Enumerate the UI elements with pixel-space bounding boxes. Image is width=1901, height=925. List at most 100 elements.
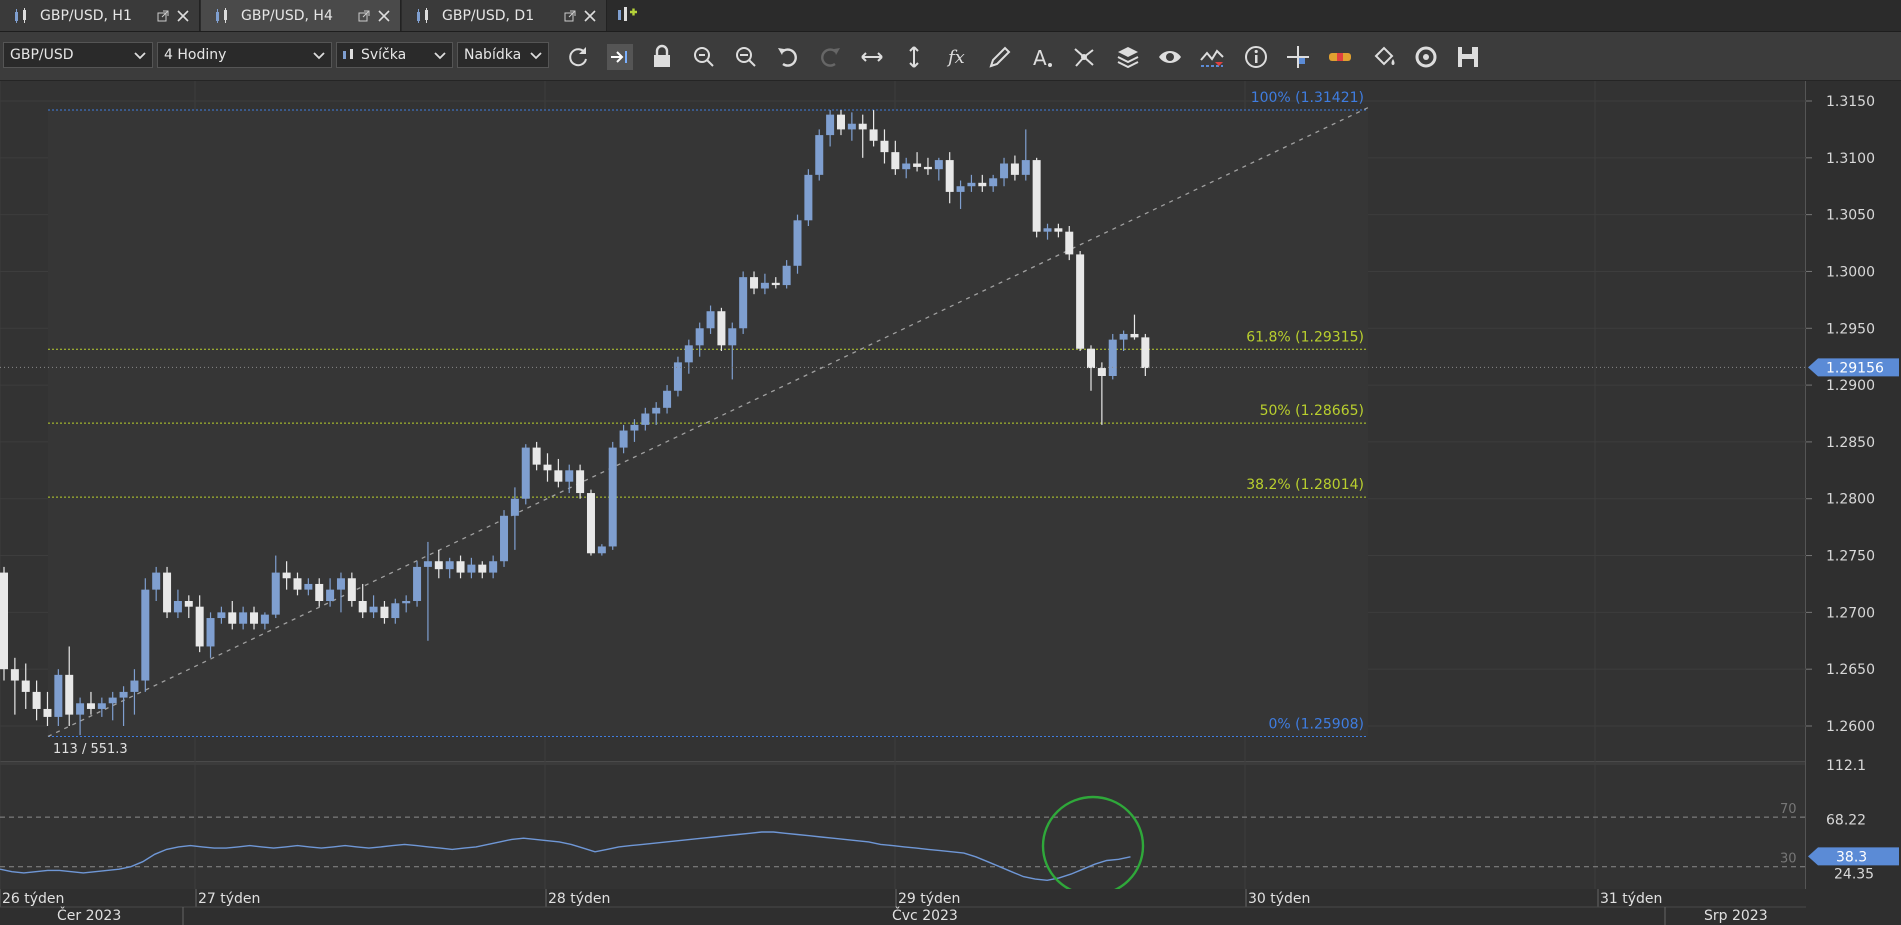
undock-icon[interactable] bbox=[157, 10, 169, 22]
time-week-label: 28 týden bbox=[548, 891, 610, 907]
tab-title: GBP/USD, H4 bbox=[241, 7, 333, 24]
pencil-icon bbox=[989, 46, 1011, 68]
price-tick-label: 1.2750 bbox=[1826, 549, 1875, 565]
undo-button[interactable] bbox=[775, 44, 801, 70]
candle bbox=[793, 214, 802, 274]
symbol-select[interactable]: GBP/USD bbox=[3, 42, 153, 68]
chevron-down-icon bbox=[134, 52, 146, 60]
candle bbox=[1108, 333, 1117, 380]
candle bbox=[0, 566, 8, 681]
time-week-label: 31 týden bbox=[1600, 891, 1662, 907]
horizontal-resize-icon bbox=[861, 52, 883, 62]
oscillator-tick-label: 112.1 bbox=[1826, 758, 1866, 774]
text-button[interactable]: A bbox=[1029, 44, 1055, 70]
drawings-icon bbox=[1200, 49, 1224, 67]
eye-button[interactable] bbox=[1157, 44, 1183, 70]
candle bbox=[586, 489, 595, 556]
symbol-value: GBP/USD bbox=[10, 47, 74, 63]
alerts-button[interactable] bbox=[1327, 44, 1353, 70]
add-chart-icon[interactable] bbox=[616, 4, 638, 26]
chart-type-value: Svíčka bbox=[361, 47, 407, 63]
timeframe-select[interactable]: 4 Hodiny bbox=[157, 42, 332, 68]
price-tick-label: 1.2700 bbox=[1826, 605, 1875, 621]
time-month-label: Čer 2023 bbox=[57, 906, 121, 924]
vertical-resize-button[interactable] bbox=[901, 44, 927, 70]
save-icon bbox=[1458, 47, 1478, 67]
lock-icon bbox=[654, 44, 670, 67]
undo-icon bbox=[778, 48, 797, 67]
price-tick-label: 1.2650 bbox=[1826, 662, 1875, 678]
undock-icon[interactable] bbox=[564, 10, 576, 22]
close-icon[interactable] bbox=[177, 9, 189, 22]
pattern-button[interactable] bbox=[1071, 44, 1097, 70]
timeframe-value: 4 Hodiny bbox=[164, 47, 227, 63]
time-week-label: 29 týden bbox=[898, 891, 960, 907]
restore-button[interactable] bbox=[1413, 44, 1439, 70]
candle bbox=[717, 307, 726, 351]
zoom-out-button[interactable] bbox=[733, 44, 759, 70]
alerts-icon bbox=[1329, 53, 1351, 61]
price-tick-label: 1.3050 bbox=[1826, 208, 1875, 224]
undock-icon[interactable] bbox=[358, 10, 370, 22]
info-icon bbox=[1245, 46, 1267, 68]
autoscroll-button[interactable] bbox=[607, 44, 633, 70]
price-tick-label: 1.2800 bbox=[1826, 492, 1875, 508]
fib-level-label: 61.8% (1.29315) bbox=[1246, 329, 1364, 345]
fib-level-label: 100% (1.31421) bbox=[1251, 90, 1364, 106]
svg-text:fx: fx bbox=[946, 47, 965, 68]
layers-icon bbox=[1117, 47, 1139, 69]
candlestick-icon bbox=[15, 7, 26, 23]
candlestick-icon bbox=[216, 7, 227, 23]
lock-button[interactable] bbox=[649, 44, 675, 70]
info-button[interactable] bbox=[1243, 44, 1269, 70]
time-week-label: 30 týden bbox=[1248, 891, 1310, 907]
price-tick-label: 1.3000 bbox=[1826, 264, 1875, 280]
restore-icon bbox=[1415, 46, 1437, 68]
candle bbox=[521, 444, 530, 505]
tab-gbpusd-h4[interactable]: GBP/USD, H4 bbox=[201, 0, 401, 31]
tab-title: GBP/USD, D1 bbox=[442, 7, 535, 24]
tab-bar: GBP/USD, H1 GBP/USD, H4 GBP/USD, D1 bbox=[0, 0, 1901, 32]
chart-area[interactable]: 100% (1.31421) 61.8% (1.29315) 50% (1.2866… bbox=[0, 81, 1901, 925]
price-tick-label: 1.2900 bbox=[1826, 378, 1875, 394]
zoom-out-icon bbox=[736, 47, 756, 67]
oscillator-value-label: 38.3 bbox=[1836, 849, 1867, 865]
current-price-label: 1.29156 bbox=[1826, 360, 1884, 376]
time-month-label: Srp 2023 bbox=[1704, 908, 1768, 924]
redo-icon bbox=[821, 48, 840, 67]
indicator-fx-icon: fx bbox=[946, 47, 965, 68]
chevron-down-icon bbox=[434, 52, 446, 60]
zoom-in-button[interactable] bbox=[691, 44, 717, 70]
drawings-button[interactable] bbox=[1199, 44, 1225, 70]
redo-button[interactable] bbox=[817, 44, 843, 70]
close-icon[interactable] bbox=[378, 9, 390, 22]
paint-bucket-button[interactable] bbox=[1371, 44, 1397, 70]
pencil-button[interactable] bbox=[987, 44, 1013, 70]
time-week-label: 26 týden bbox=[2, 891, 64, 907]
horizontal-resize-button[interactable] bbox=[859, 44, 885, 70]
layers-button[interactable] bbox=[1115, 44, 1141, 70]
text-icon: A bbox=[1033, 46, 1052, 70]
refresh-button[interactable] bbox=[565, 44, 591, 70]
candle bbox=[608, 441, 617, 550]
candle bbox=[413, 561, 422, 607]
price-tick-label: 1.3100 bbox=[1826, 151, 1875, 167]
save-button[interactable] bbox=[1455, 44, 1481, 70]
time-month-label: Čvc 2023 bbox=[892, 906, 958, 924]
price-tick-label: 1.2850 bbox=[1826, 435, 1875, 451]
price-side-select[interactable]: Nabídka bbox=[457, 42, 549, 68]
tab-gbpusd-d1[interactable]: GBP/USD, D1 bbox=[402, 0, 607, 31]
close-icon[interactable] bbox=[584, 9, 596, 22]
tab-gbpusd-h1[interactable]: GBP/USD, H1 bbox=[0, 0, 200, 31]
zoom-in-icon bbox=[694, 47, 714, 67]
candle bbox=[163, 566, 172, 619]
current-price-tag: 1.29156 bbox=[1808, 358, 1899, 377]
chart-type-select[interactable]: Svíčka bbox=[336, 42, 453, 68]
candle bbox=[141, 578, 150, 692]
oscillator-level-label: 70 bbox=[1780, 802, 1797, 817]
vertical-resize-icon bbox=[909, 46, 919, 68]
candle bbox=[1076, 251, 1085, 351]
indicator-fx-button[interactable]: fx bbox=[945, 44, 971, 70]
candle bbox=[815, 129, 824, 181]
crosshair-button[interactable] bbox=[1285, 44, 1311, 70]
